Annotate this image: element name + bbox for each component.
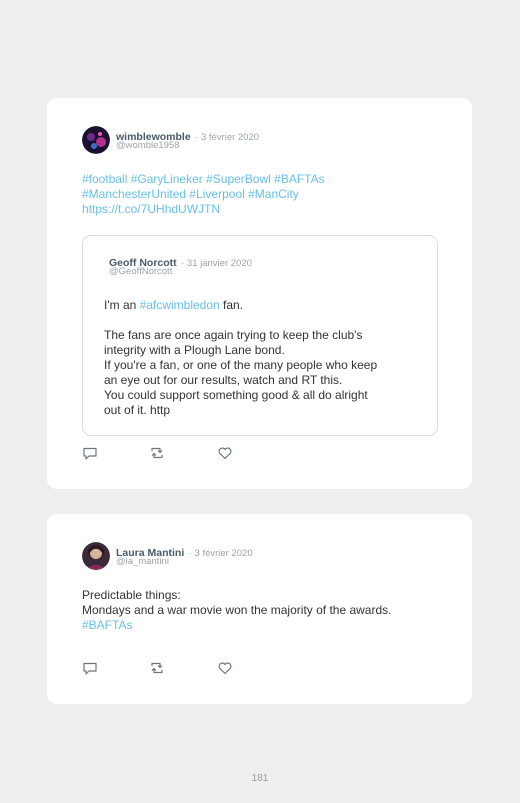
like-icon[interactable] <box>217 660 233 676</box>
text-line: https://t.co/7UHhdUWJTN <box>82 202 325 217</box>
retweet-icon[interactable] <box>149 660 165 676</box>
text-segment: Mondays and a war movie won the majority… <box>82 603 392 617</box>
text-line: Predictable things: <box>82 588 391 603</box>
tweet-actions <box>82 660 242 676</box>
avatar[interactable] <box>82 126 110 154</box>
text-line: #ManchesterUnited #Liverpool #ManCity <box>82 187 325 202</box>
author-handle[interactable]: @womble1958 <box>116 140 180 151</box>
text-segment: out of it. http <box>104 403 171 417</box>
hashtag-link[interactable]: #Liverpool <box>189 187 244 201</box>
text-segment: The fans are once again trying to keep t… <box>104 328 363 342</box>
text-line <box>104 313 377 328</box>
like-icon[interactable] <box>217 445 233 461</box>
text-segment: I'm an <box>104 298 140 312</box>
tweet-card: wimblewomble · 3 février 2020 @womble195… <box>47 98 472 489</box>
text-line: If you're a fan, or one of the many peop… <box>104 358 377 373</box>
tweet-date[interactable]: · 3 février 2020 <box>195 132 259 143</box>
quoted-tweet-text: I'm an #afcwimbledon fan. The fans are on… <box>104 298 377 418</box>
hashtag-link[interactable]: #ManchesterUnited <box>82 187 186 201</box>
hashtag-link[interactable]: #SuperBowl <box>206 172 271 186</box>
reply-icon[interactable] <box>82 445 98 461</box>
tweet-text: Predictable things: Mondays and a war mov… <box>82 588 391 633</box>
text-segment: You could support something good & all d… <box>104 388 368 402</box>
text-line: #football #GaryLineker #SuperBowl #BAFTA… <box>82 172 325 187</box>
author-handle[interactable]: @la_mantini <box>116 556 169 567</box>
url-link[interactable]: https://t.co/7UHhdUWJTN <box>82 202 220 216</box>
text-segment: an eye out for our results, watch and RT… <box>104 373 343 387</box>
text-line: out of it. http <box>104 403 377 418</box>
text-line: #BAFTAs <box>82 618 391 633</box>
retweet-icon[interactable] <box>149 445 165 461</box>
quoted-tweet[interactable]: Geoff Norcott · 31 janvier 2020 @GeoffNo… <box>82 235 438 436</box>
text-line: The fans are once again trying to keep t… <box>104 328 377 343</box>
avatar[interactable] <box>82 542 110 570</box>
text-segment: fan. <box>219 298 244 312</box>
text-line: I'm an #afcwimbledon fan. <box>104 298 377 313</box>
page-number: 181 <box>251 773 269 784</box>
hashtag-link[interactable]: #football <box>82 172 127 186</box>
hashtag-link[interactable]: #GaryLineker <box>131 172 203 186</box>
text-line: Mondays and a war movie won the majority… <box>82 603 391 618</box>
text-segment: Predictable things: <box>82 588 181 602</box>
reply-icon[interactable] <box>82 660 98 676</box>
tweet-actions <box>82 445 242 461</box>
tweet-date[interactable]: · 3 février 2020 <box>189 548 253 559</box>
hashtag-link[interactable]: #BAFTAs <box>274 172 324 186</box>
hashtag-link[interactable]: #afcwimbledon <box>140 298 220 312</box>
hashtag-link[interactable]: #ManCity <box>248 187 299 201</box>
text-line: integrity with a Plough Lane bond. <box>104 343 377 358</box>
text-segment: If you're a fan, or one of the many peop… <box>104 358 378 372</box>
hashtag-link[interactable]: #BAFTAs <box>82 618 132 632</box>
text-line: You could support something good & all d… <box>104 388 377 403</box>
text-line: an eye out for our results, watch and RT… <box>104 373 377 388</box>
text-segment: integrity with a Plough Lane bond. <box>104 343 285 357</box>
quoted-tweet-date: · 31 janvier 2020 <box>181 258 252 269</box>
tweet-card: Laura Mantini · 3 février 2020 @la_manti… <box>47 514 472 704</box>
quoted-author-handle: @GeoffNorcott <box>109 266 173 277</box>
tweet-text: #football #GaryLineker #SuperBowl #BAFTA… <box>82 172 325 217</box>
